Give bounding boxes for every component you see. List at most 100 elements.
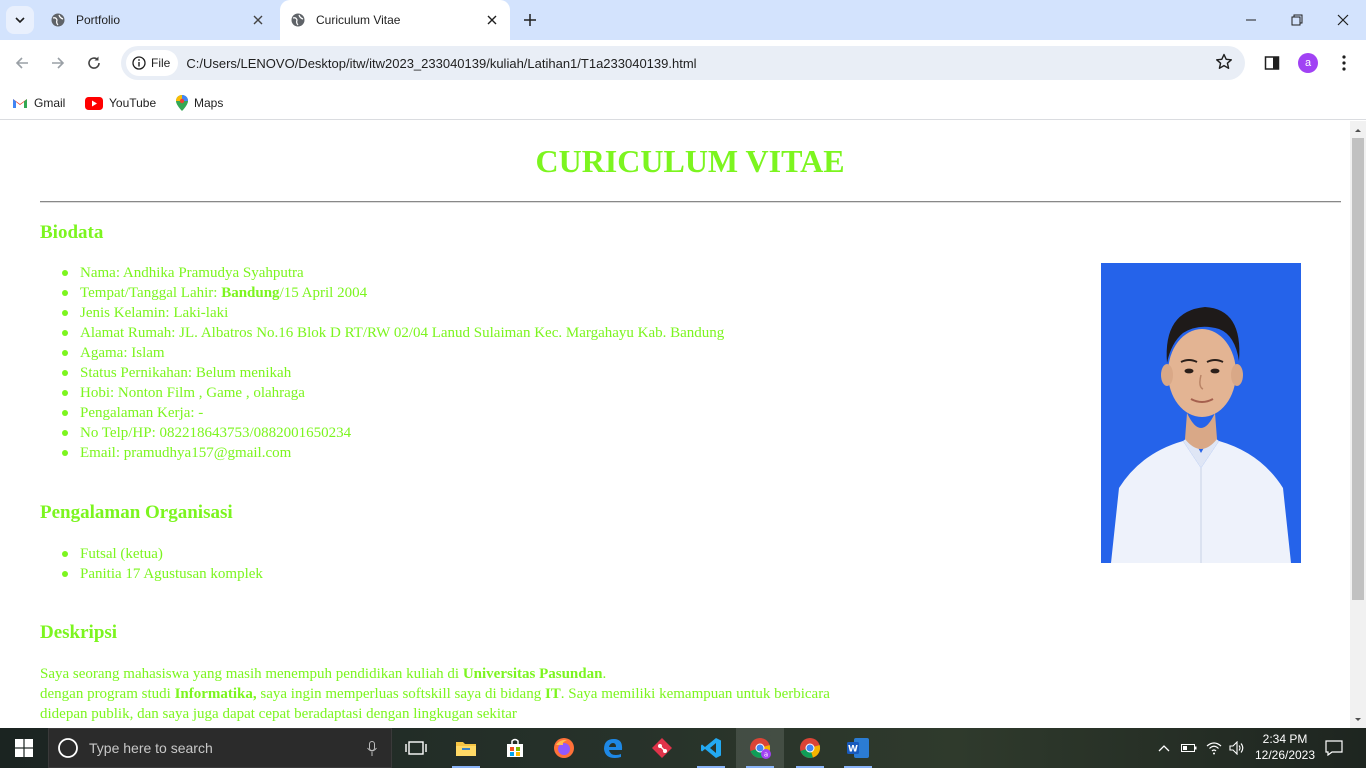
plus-icon [524, 14, 536, 26]
bookmark-maps[interactable]: Maps [176, 93, 223, 113]
git-tool-button[interactable] [638, 728, 686, 768]
bookmark-star-button[interactable] [1215, 53, 1233, 76]
reload-button[interactable] [80, 49, 108, 77]
windows-taskbar: Type here to search a W 2:34 PM 12/26/20… [0, 728, 1366, 768]
clock-date: 12/26/2023 [1254, 748, 1316, 762]
minimize-button[interactable] [1228, 0, 1274, 40]
chrome-profile-button[interactable]: a [736, 728, 784, 768]
battery-icon [1181, 744, 1197, 752]
start-button[interactable] [0, 728, 48, 768]
horizontal-rule [40, 201, 1341, 203]
profile-avatar[interactable]: a [1298, 53, 1318, 73]
store-icon [507, 738, 523, 757]
taskbar-search-input[interactable]: Type here to search [48, 728, 392, 768]
close-window-button[interactable] [1320, 0, 1366, 40]
chrome-button[interactable] [786, 728, 834, 768]
deskripsi-heading: Deskripsi [40, 622, 118, 643]
site-info-chip[interactable]: File [126, 50, 179, 76]
edge-button[interactable] [589, 728, 637, 768]
list-item: Alamat Rumah: JL. Albatros No.16 Blok D … [61, 325, 725, 341]
volume-control[interactable] [1226, 728, 1248, 768]
biodata-heading: Biodata [40, 222, 104, 243]
list-item: Futsal (ketua) [62, 544, 263, 564]
tab-title: Portfolio [76, 13, 121, 27]
chevron-up-icon [1158, 745, 1170, 752]
restore-button[interactable] [1274, 0, 1320, 40]
arrow-left-icon [15, 57, 28, 69]
gmail-icon [13, 99, 27, 108]
bookmark-label: Maps [194, 96, 224, 110]
windows-logo-icon [15, 739, 33, 757]
maps-pin-icon [176, 95, 188, 111]
bookmarks-bar: Gmail YouTube Maps [0, 86, 1366, 120]
globe-icon [291, 13, 305, 27]
tab-strip: Portfolio Curiculum Vitae [0, 0, 1366, 40]
more-vertical-icon [1342, 55, 1346, 71]
new-tab-button[interactable] [518, 8, 542, 32]
deskripsi-paragraph: Saya seorang mahasiswa yang masih menemp… [40, 666, 830, 722]
list-item: No Telp/HP: 082218643753/0882001650234 [61, 423, 724, 443]
word-button[interactable]: W [834, 728, 882, 768]
search-icon [58, 738, 78, 758]
scroll-down-icon [1355, 718, 1361, 721]
bookmark-label: YouTube [109, 96, 157, 110]
chrome-icon [800, 738, 821, 758]
browser-toolbar: File C:/Users/LENOVO/Desktop/itw/itw2023… [0, 40, 1366, 86]
chrome-icon: a [750, 738, 771, 759]
svg-text:a: a [764, 751, 768, 759]
git-diamond-icon [652, 738, 672, 758]
speaker-icon [1229, 741, 1244, 755]
bookmark-youtube[interactable]: YouTube [85, 93, 156, 113]
close-tab-button[interactable] [482, 10, 502, 30]
reload-icon [88, 56, 100, 69]
list-item: Jenis Kelamin: Laki-laki [61, 303, 724, 323]
globe-icon [51, 13, 65, 27]
chevron-down-icon [15, 17, 25, 24]
bookmark-gmail[interactable]: Gmail [12, 93, 65, 113]
firefox-icon [554, 738, 574, 758]
tab-portfolio[interactable]: Portfolio [40, 0, 276, 40]
firefox-button[interactable] [540, 728, 588, 768]
close-icon [1337, 14, 1349, 26]
task-view-icon [405, 741, 427, 755]
search-placeholder: Type here to search [89, 740, 213, 756]
tab-curiculum-vitae[interactable]: Curiculum Vitae [280, 0, 510, 40]
word-icon: W [847, 738, 869, 758]
scroll-thumb[interactable] [1352, 138, 1364, 600]
vscode-button[interactable] [687, 728, 735, 768]
url-text[interactable]: C:/Users/LENOVO/Desktop/itw/itw2023_2330… [186, 56, 696, 71]
notifications-button[interactable] [1320, 728, 1348, 768]
battery-status[interactable] [1178, 728, 1200, 768]
scroll-up-icon [1355, 129, 1361, 132]
show-hidden-icons-button[interactable] [1154, 728, 1174, 768]
list-item: Nama: Andhika Pramudya Syahputra [61, 263, 724, 283]
file-explorer-button[interactable] [442, 728, 490, 768]
network-status[interactable] [1203, 728, 1225, 768]
restore-icon [1291, 14, 1303, 26]
bookmark-label: Gmail [34, 96, 66, 110]
vscode-icon [701, 738, 721, 758]
list-item: Hobi: Nonton Film , Game , olahraga [61, 383, 724, 403]
tab-search-button[interactable] [6, 6, 34, 34]
list-item: Pengalaman Kerja: - [61, 403, 724, 423]
minimize-icon [1246, 19, 1256, 21]
back-button[interactable] [8, 49, 36, 77]
list-item: Status Pernikahan: Belum menikah [61, 363, 724, 383]
biodata-list: Nama: Andhika Pramudya Syahputra Tempat/… [61, 263, 725, 463]
page-scrollbar[interactable] [1350, 121, 1366, 728]
youtube-icon [85, 96, 103, 110]
forward-button[interactable] [44, 49, 72, 77]
address-bar[interactable]: File C:/Users/LENOVO/Desktop/itw/itw2023… [121, 46, 1245, 80]
star-icon [1216, 53, 1232, 69]
microphone-icon [367, 741, 377, 756]
side-panel-button[interactable] [1258, 49, 1286, 77]
taskbar-clock[interactable]: 2:34 PM 12/26/2023 [1254, 731, 1316, 763]
tab-title: Curiculum Vitae [316, 13, 401, 27]
svg-text:W: W [848, 745, 858, 755]
close-tab-button[interactable] [248, 10, 268, 30]
task-view-button[interactable] [392, 728, 440, 768]
profile-photo [1101, 263, 1301, 563]
menu-button[interactable] [1330, 49, 1358, 77]
info-icon [132, 56, 146, 70]
microsoft-store-button[interactable] [491, 728, 539, 768]
